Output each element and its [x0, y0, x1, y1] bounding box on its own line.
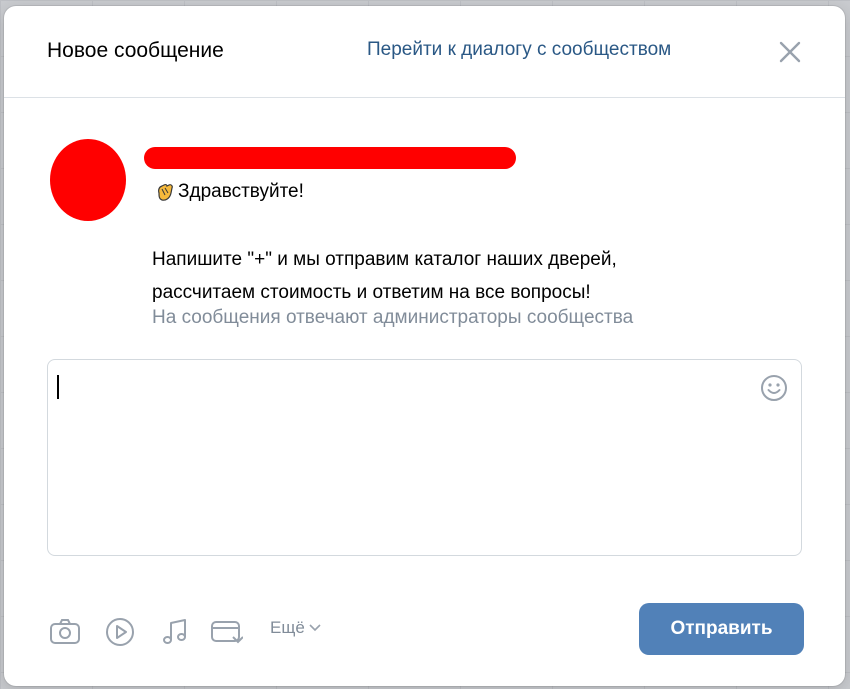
dialog-title: Новое сообщение: [47, 39, 224, 62]
waving-hand-icon: [154, 181, 176, 203]
avatar-redacted: [50, 139, 126, 221]
music-icon: [163, 619, 186, 644]
message-line-2: рассчитаем стоимость и ответим на все во…: [152, 282, 591, 303]
attach-music-button[interactable]: [158, 615, 192, 649]
more-menu[interactable]: Ещё: [270, 618, 321, 638]
close-button[interactable]: [776, 38, 804, 66]
send-button[interactable]: Отправить: [639, 603, 804, 655]
message-input[interactable]: [47, 359, 802, 556]
admin-note: На сообщения отвечают администраторы соо…: [152, 307, 634, 328]
message-body: Напишите "+" и мы отправим каталог наших…: [152, 243, 752, 309]
new-message-dialog: Новое сообщение Перейти к диалогу с сооб…: [4, 6, 845, 686]
chevron-down-icon: [309, 624, 321, 632]
sender-name-redacted: [144, 147, 516, 169]
attach-video-button[interactable]: [103, 615, 137, 649]
greeting-line: Здравствуйте!: [154, 181, 304, 203]
attach-card-button[interactable]: [209, 615, 244, 649]
goto-dialog-link[interactable]: Перейти к диалогу с сообществом: [367, 39, 671, 61]
close-icon: [779, 41, 801, 63]
message-line-1: Напишите "+" и мы отправим каталог наших…: [152, 249, 617, 270]
text-caret: [57, 375, 59, 399]
dialog-header: Новое сообщение Перейти к диалогу с сооб…: [4, 6, 845, 98]
video-icon: [106, 618, 134, 646]
smile-icon: [761, 375, 787, 401]
card-icon: [211, 621, 244, 644]
camera-icon: [50, 619, 80, 644]
attach-photo-button[interactable]: [48, 615, 82, 649]
more-label: Ещё: [270, 618, 305, 637]
greeting-text: Здравствуйте!: [178, 181, 304, 202]
emoji-button[interactable]: [759, 373, 789, 403]
